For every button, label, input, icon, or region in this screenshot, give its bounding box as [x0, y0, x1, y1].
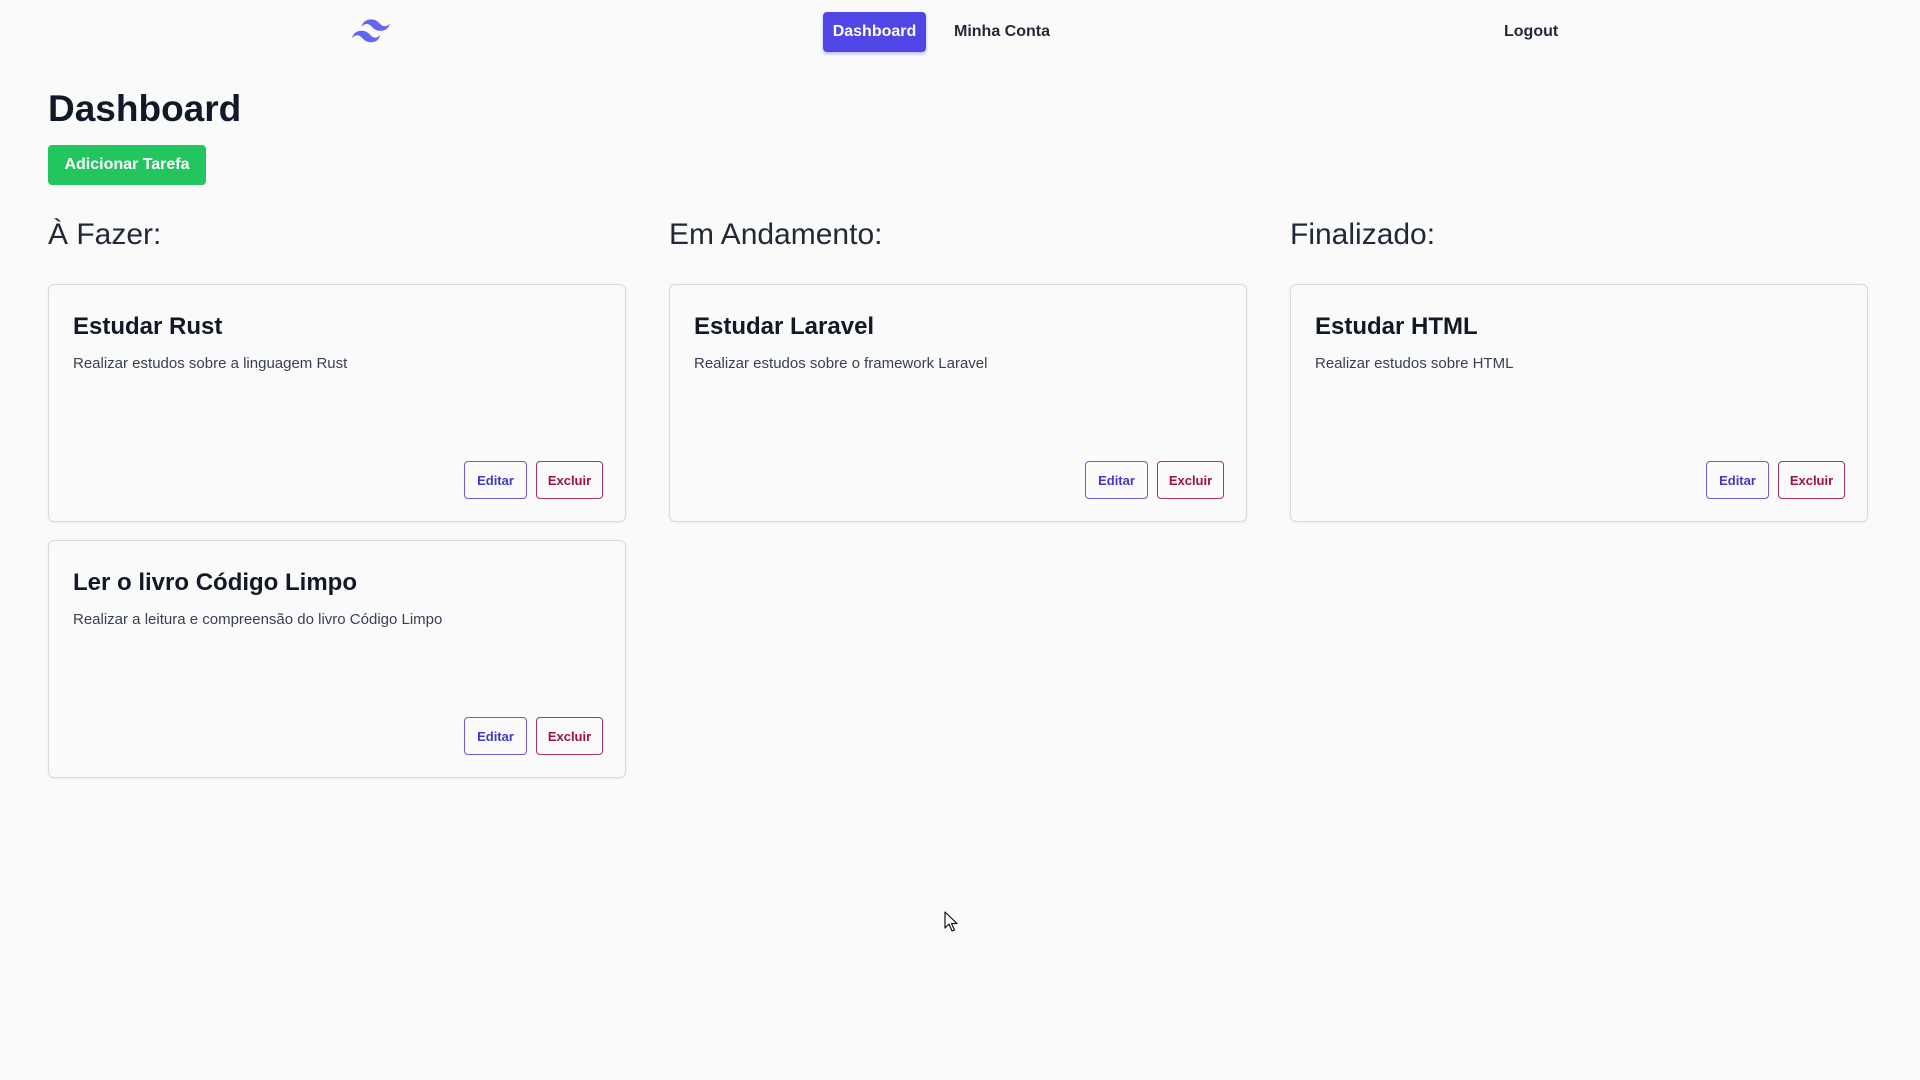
delete-button[interactable]: Excluir	[1157, 461, 1224, 499]
page-title: Dashboard	[48, 88, 242, 129]
task-title: Estudar Rust	[73, 313, 223, 340]
column-title-in-progress: Em Andamento:	[669, 218, 883, 251]
top-nav: Dashboard Minha Conta Logout	[0, 0, 1920, 64]
task-title: Estudar HTML	[1315, 313, 1478, 340]
mouse-cursor-icon	[944, 911, 958, 932]
edit-button[interactable]: Editar	[1706, 461, 1769, 499]
add-task-button[interactable]: Adicionar Tarefa	[48, 145, 206, 185]
task-card: Estudar Laravel Realizar estudos sobre o…	[669, 284, 1247, 522]
task-title: Estudar Laravel	[694, 313, 875, 340]
nav-logout-link[interactable]: Logout	[1504, 12, 1558, 52]
task-description: Realizar estudos sobre HTML	[1315, 355, 1514, 372]
task-card: Estudar Rust Realizar estudos sobre a li…	[48, 284, 626, 522]
task-description: Realizar a leitura e compreensão do livr…	[73, 611, 443, 628]
task-card: Estudar HTML Realizar estudos sobre HTML…	[1290, 284, 1868, 522]
nav-dashboard-button[interactable]: Dashboard	[823, 12, 926, 52]
nav-minha-conta-link[interactable]: Minha Conta	[954, 12, 1050, 52]
edit-button[interactable]: Editar	[464, 717, 527, 755]
edit-button[interactable]: Editar	[1085, 461, 1148, 499]
column-title-todo: À Fazer:	[48, 218, 162, 251]
delete-button[interactable]: Excluir	[536, 717, 603, 755]
task-description: Realizar estudos sobre a linguagem Rust	[73, 355, 348, 372]
delete-button[interactable]: Excluir	[536, 461, 603, 499]
column-title-done: Finalizado:	[1290, 218, 1436, 251]
delete-button[interactable]: Excluir	[1778, 461, 1845, 499]
tailwind-logo-icon[interactable]	[352, 18, 390, 44]
task-card: Ler o livro Código Limpo Realizar a leit…	[48, 540, 626, 778]
edit-button[interactable]: Editar	[464, 461, 527, 499]
task-title: Ler o livro Código Limpo	[73, 569, 357, 596]
task-description: Realizar estudos sobre o framework Larav…	[694, 355, 988, 372]
